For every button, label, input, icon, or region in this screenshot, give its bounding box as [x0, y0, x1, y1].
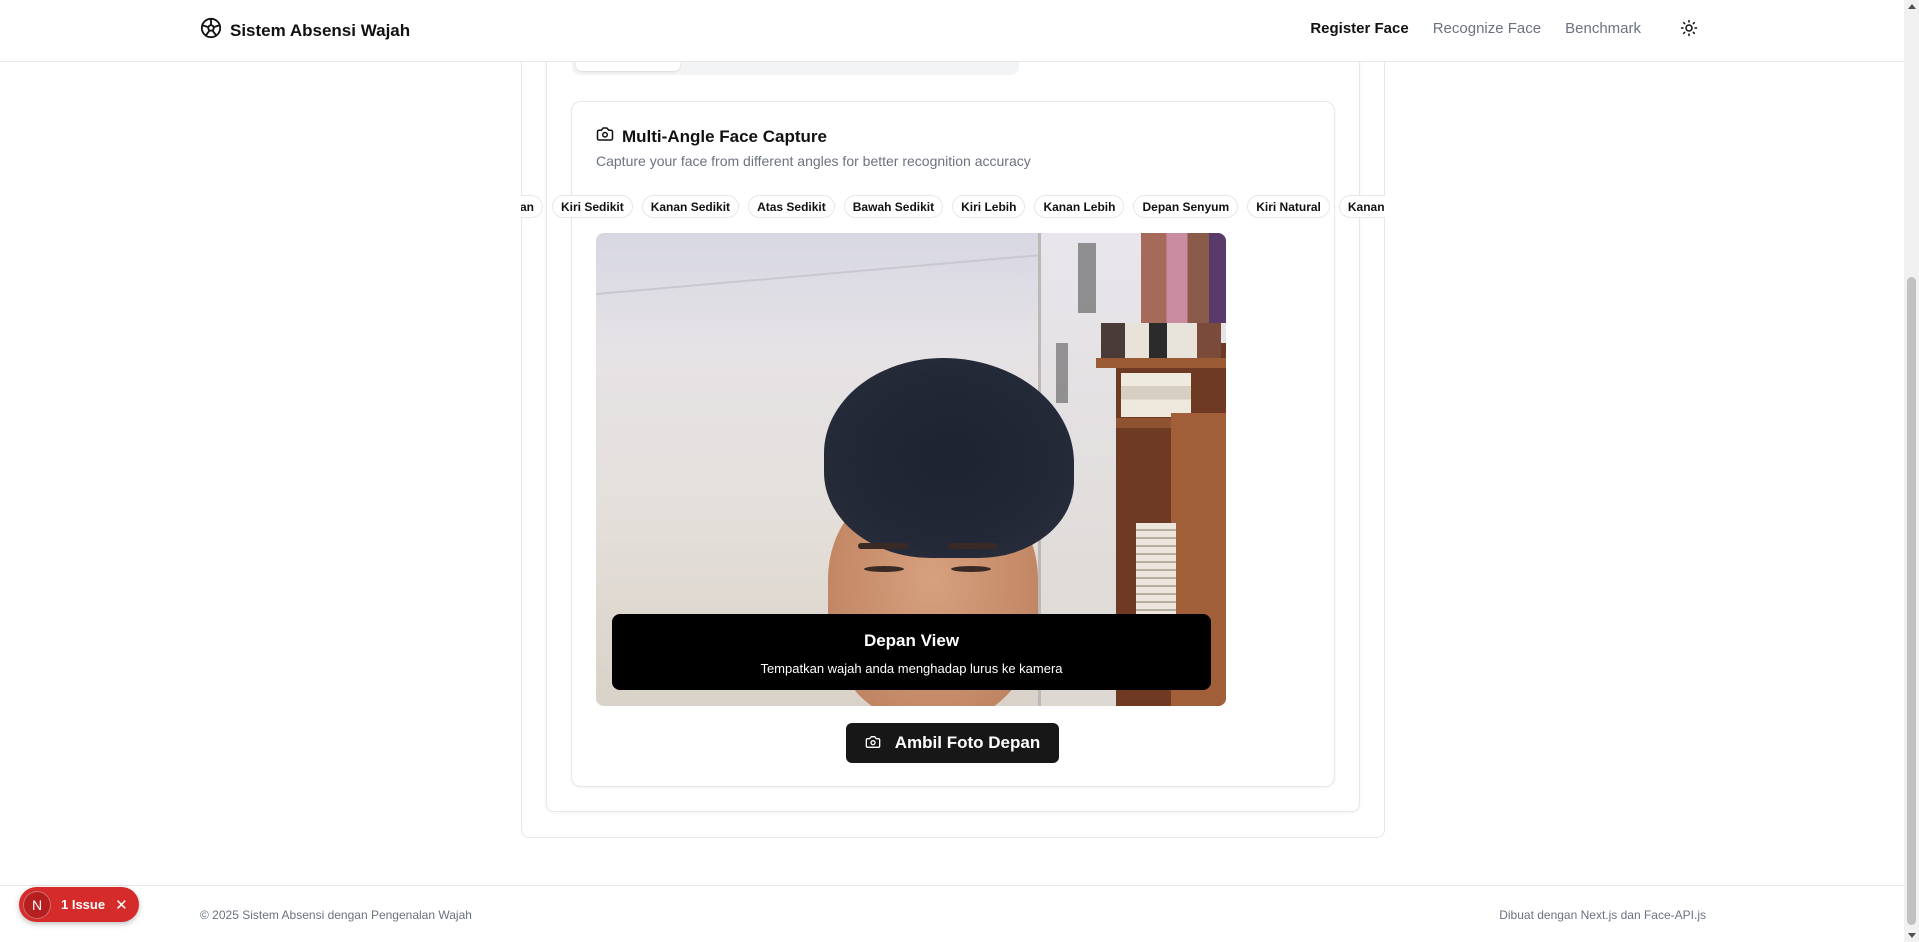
camera-icon [865, 734, 881, 753]
capture-card-header: Multi-Angle Face Capture [596, 125, 827, 148]
angle-chip[interactable]: epan [521, 195, 544, 218]
capture-description: Capture your face from different angles … [596, 153, 1031, 169]
theme-toggle-button[interactable] [1677, 18, 1701, 42]
angle-chip[interactable]: Kanan Natur [1338, 195, 1385, 218]
footer: © 2025 Sistem Absensi dengan Pengenalan … [0, 885, 1904, 942]
footer-credit: Dibuat dengan Next.js dan Face-API.js [1499, 908, 1706, 922]
nextjs-logo-icon: N [23, 890, 51, 919]
scrollbar-thumb[interactable] [1907, 277, 1916, 925]
brand-title: Sistem Absensi Wajah [230, 20, 411, 40]
top-navbar: Sistem Absensi Wajah Register Face Recog… [0, 0, 1904, 62]
brand[interactable]: Sistem Absensi Wajah [200, 17, 410, 44]
scroll-up-arrow-icon[interactable] [1908, 4, 1916, 9]
aperture-icon [200, 17, 222, 44]
capture-title: Multi-Angle Face Capture [622, 126, 827, 146]
camera-icon [596, 125, 614, 148]
angle-chip[interactable]: Kanan Lebih [1034, 195, 1125, 218]
angle-chip[interactable]: Atas Sedikit [748, 195, 835, 218]
angle-chip[interactable]: Kiri Lebih [952, 195, 1026, 218]
dev-issues-badge[interactable]: N 1 Issue ✕ [19, 887, 139, 922]
capture-photo-button[interactable]: Ambil Foto Depan [846, 723, 1059, 763]
angle-chip[interactable]: Bawah Sedikit [843, 195, 944, 218]
angle-instruction-title: Depan View [863, 631, 960, 650]
angle-chip[interactable]: Kanan Sedikit [641, 195, 740, 218]
main-nav: Register Face Recognize Face Benchmark [1310, 20, 1641, 37]
nav-benchmark[interactable]: Benchmark [1565, 20, 1641, 37]
angle-chips-scroller[interactable]: epan Kiri Sedikit Kanan Sedikit Atas Sed… [521, 195, 1385, 219]
camera-preview: Depan View Tempatkan wajah anda menghada… [596, 233, 1226, 706]
angle-chip[interactable]: Depan Senyum [1133, 195, 1239, 218]
sun-icon [1680, 19, 1698, 42]
capture-photo-label: Ambil Foto Depan [894, 733, 1041, 752]
angle-chip[interactable]: Kiri Sedikit [552, 195, 633, 218]
scroll-down-arrow-icon[interactable] [1908, 933, 1916, 938]
nav-recognize-face[interactable]: Recognize Face [1433, 20, 1541, 37]
angle-chips: epan Kiri Sedikit Kanan Sedikit Atas Sed… [521, 195, 1385, 218]
footer-copyright: © 2025 Sistem Absensi dengan Pengenalan … [200, 908, 472, 922]
page-scrollbar[interactable] [1904, 0, 1919, 942]
angle-instruction-overlay: Depan View Tempatkan wajah anda menghada… [612, 614, 1211, 690]
close-icon[interactable]: ✕ [115, 896, 128, 914]
angle-chip[interactable]: Kiri Natural [1247, 195, 1330, 218]
nav-register-face[interactable]: Register Face [1310, 20, 1408, 37]
issues-count-label[interactable]: 1 Issue [61, 897, 105, 912]
angle-instruction-text: Tempatkan wajah anda menghadap lurus ke … [760, 661, 1063, 676]
